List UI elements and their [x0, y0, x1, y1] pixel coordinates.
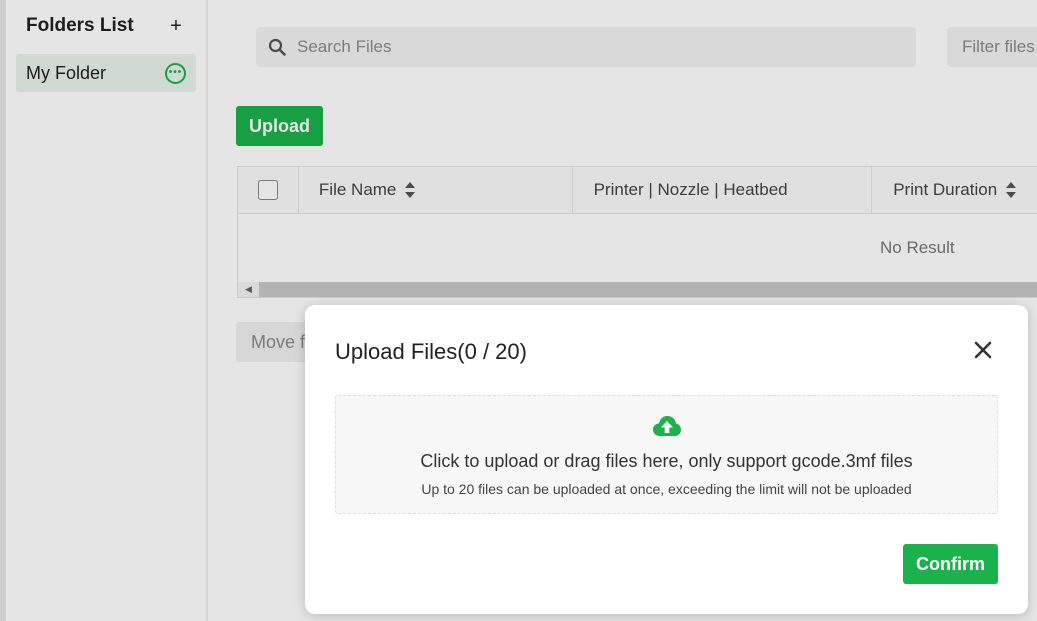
file-dropzone[interactable]: Click to upload or drag files here, only… — [335, 395, 998, 514]
cloud-upload-icon — [652, 414, 682, 443]
confirm-button[interactable]: Confirm — [903, 544, 998, 584]
upload-files-dialog: Upload Files(0 / 20) Click to upload or … — [305, 305, 1028, 614]
dropzone-limit-note: Up to 20 files can be uploaded at once, … — [421, 481, 912, 497]
dropzone-instructions: Click to upload or drag files here, only… — [420, 451, 913, 471]
close-icon[interactable] — [972, 339, 994, 361]
dialog-title: Upload Files(0 / 20) — [335, 339, 527, 364]
